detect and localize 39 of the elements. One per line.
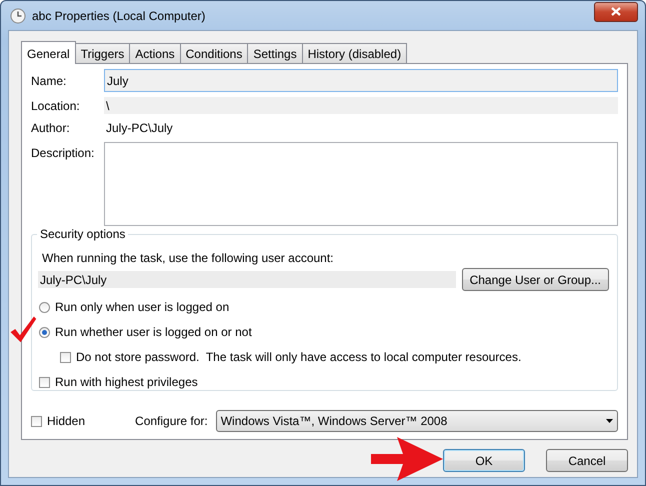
account-field: July-PC\July — [38, 271, 456, 288]
tab[interactable]: General — [21, 41, 76, 64]
tab[interactable]: History (disabled) — [302, 43, 408, 63]
location-field: \ — [104, 97, 618, 114]
clock-icon — [10, 8, 26, 24]
field-label: Description: — [31, 145, 96, 160]
window-title: abc Properties (Local Computer) — [32, 8, 206, 22]
field-label: Author: — [31, 121, 71, 135]
close-button[interactable] — [594, 2, 638, 22]
field-label: Location: — [31, 98, 81, 112]
arrow-drawing — [371, 437, 443, 481]
radio-button[interactable] — [39, 326, 50, 338]
tab[interactable]: Settings — [247, 43, 303, 63]
tab[interactable]: Triggers — [74, 43, 130, 63]
ok-button[interactable]: OK — [443, 449, 525, 472]
option-label: Run whether user is logged on or not — [55, 325, 252, 339]
radio-button[interactable] — [39, 302, 50, 312]
close-icon — [611, 7, 621, 16]
group-title: Security options — [37, 227, 128, 241]
cancel-button[interactable]: Cancel — [546, 449, 628, 472]
option-label: Hidden — [47, 414, 86, 428]
tab[interactable]: Actions — [129, 43, 181, 63]
description-field[interactable] — [104, 142, 618, 226]
checkbox[interactable] — [39, 376, 50, 388]
checkbox[interactable] — [31, 416, 42, 426]
tab[interactable]: Conditions — [180, 43, 248, 63]
checkmark-drawing — [9, 315, 37, 343]
account-prompt: When running the task, use the following user account: — [41, 251, 335, 265]
field-label: Name: — [31, 74, 68, 88]
option-label: Run only when user is logged on — [55, 300, 230, 314]
configure-dropdown[interactable]: Windows Vista™, Windows Server™ 2008 — [216, 410, 618, 432]
option-label: Do not store password. The task will only have access to local computer resources. — [76, 350, 522, 364]
option-label: Run with highest privileges — [55, 375, 198, 389]
checkbox[interactable] — [60, 352, 71, 362]
change-user-button[interactable]: Change User or Group... — [462, 268, 609, 291]
configure-label: Configure for: — [135, 414, 208, 428]
name-field[interactable]: July — [104, 69, 618, 92]
author-value: July-PC\July — [105, 120, 174, 137]
caret-icon — [606, 419, 613, 423]
